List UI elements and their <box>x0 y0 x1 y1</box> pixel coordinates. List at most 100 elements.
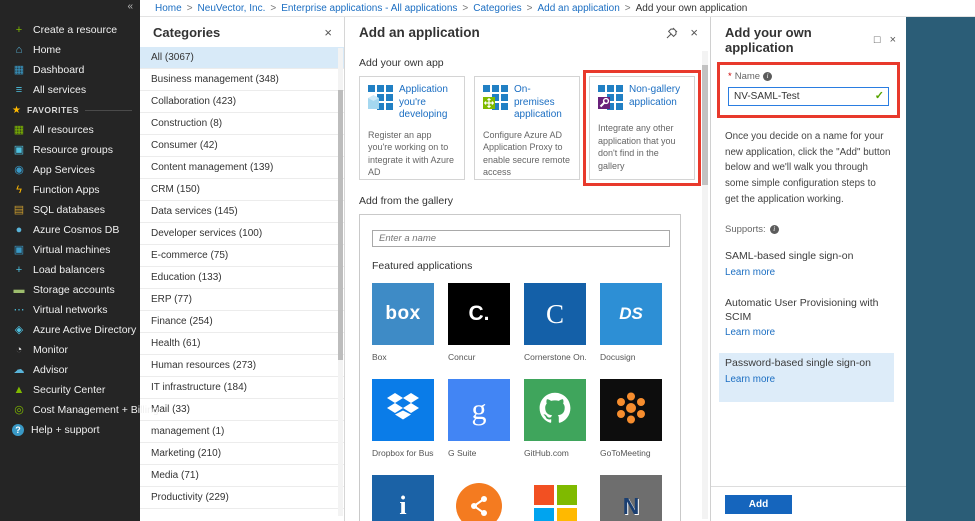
category-item-developer-services-100[interactable]: Developer services (100) <box>140 223 344 245</box>
sidebar-item-security-center[interactable]: ▲ Security Center <box>0 380 140 400</box>
gallery-app-item[interactable]: i <box>372 475 434 521</box>
close-icon[interactable]: × <box>324 26 332 39</box>
gallery-app-concur[interactable]: C. Concur <box>448 283 510 362</box>
gallery-app-g-suite[interactable]: g G Suite <box>448 379 510 458</box>
category-item-media-71[interactable]: Media (71) <box>140 465 344 487</box>
sidebar-item-cost-management-billing[interactable]: ◎ Cost Management + Billing <box>0 400 159 420</box>
app-logo-tile[interactable] <box>524 475 586 521</box>
sidebar-item-label: All services <box>33 84 87 96</box>
breadcrumb-link-categories[interactable]: Categories <box>473 3 521 14</box>
gallery-app-item[interactable] <box>524 475 586 521</box>
gallery-app-box[interactable]: box Box <box>372 283 434 362</box>
add-button[interactable]: Add <box>725 495 792 514</box>
sidebar-collapse-icon[interactable]: « <box>127 1 133 12</box>
category-item-human-resources-273[interactable]: Human resources (273) <box>140 355 344 377</box>
card-application-developing[interactable]: Application you're developing Register a… <box>359 76 465 180</box>
category-item-crm-150[interactable]: CRM (150) <box>140 179 344 201</box>
sidebar-item-resource-groups[interactable]: ▣ Resource groups <box>0 140 140 160</box>
gallery-app-item[interactable] <box>448 475 510 521</box>
details-description: Once you decide on a name for your new a… <box>725 131 891 205</box>
microsoft-square <box>556 507 577 521</box>
categories-list: All (3067) Business management (348) Colla… <box>140 47 344 509</box>
sidebar-item-function-apps[interactable]: ϟ Function Apps <box>0 180 140 200</box>
app-logo-tile[interactable] <box>448 475 510 521</box>
category-item-health-61[interactable]: Health (61) <box>140 333 344 355</box>
app-logo-tile[interactable]: i <box>372 475 434 521</box>
category-item-all-3067[interactable]: All (3067) <box>140 47 344 69</box>
gallery-app-github-com[interactable]: GitHub.com <box>524 379 586 458</box>
category-item-business-management-348[interactable]: Business management (348) <box>140 69 344 91</box>
maximize-icon[interactable]: □ <box>874 34 881 46</box>
pin-icon[interactable] <box>666 27 678 39</box>
breadcrumb-link-home[interactable]: Home <box>155 3 182 14</box>
breadcrumb-link-neuvector-inc[interactable]: NeuVector, Inc. <box>198 3 266 14</box>
sidebar-item-azure-active-directory[interactable]: ◈ Azure Active Directory <box>0 320 140 340</box>
gallery-app-item[interactable]: N <box>600 475 662 521</box>
sidebar-item-virtual-machines[interactable]: ▣ Virtual machines <box>0 240 140 260</box>
category-item-education-133[interactable]: Education (133) <box>140 267 344 289</box>
gallery-app-cornerstone-on[interactable]: C Cornerstone On... <box>524 283 586 362</box>
close-icon[interactable]: × <box>690 26 698 39</box>
category-item-collaboration-423[interactable]: Collaboration (423) <box>140 91 344 113</box>
close-icon[interactable]: × <box>890 34 896 46</box>
sidebar-item-all-services[interactable]: ≡ All services <box>0 80 140 100</box>
learn-more-link[interactable]: Learn more <box>725 374 775 385</box>
app-logo-tile[interactable]: DS <box>600 283 662 345</box>
sidebar-item-create-a-resource[interactable]: + Create a resource <box>0 20 140 40</box>
breadcrumb-link-enterprise-applications-all-applications[interactable]: Enterprise applications - All applicatio… <box>281 3 457 14</box>
card-non-gallery[interactable]: Non-gallery application Integrate any ot… <box>583 70 701 186</box>
dashboard-icon: ▦ <box>13 64 25 76</box>
category-item-it-infrastructure-184[interactable]: IT infrastructure (184) <box>140 377 344 399</box>
sidebar-item-home[interactable]: ⌂ Home <box>0 40 140 60</box>
app-logo-tile[interactable] <box>600 379 662 441</box>
category-item-productivity-229[interactable]: Productivity (229) <box>140 487 344 509</box>
gallery-app-gotomeeting[interactable]: GoToMeeting <box>600 379 662 458</box>
gallery-app-docusign[interactable]: DS Docusign <box>600 283 662 362</box>
app-logo-tile[interactable] <box>372 379 434 441</box>
sidebar-item-advisor[interactable]: ☁ Advisor <box>0 360 140 380</box>
sidebar-item-azure-cosmos-db[interactable]: ● Azure Cosmos DB <box>0 220 140 240</box>
details-panel: Add your own application □ × * Name i ✓ … <box>710 17 906 521</box>
app-logo-tile[interactable]: N <box>600 475 662 521</box>
gallery-scrollbar-thumb[interactable] <box>702 65 708 185</box>
sidebar-item-dashboard[interactable]: ▦ Dashboard <box>0 60 140 80</box>
sidebar-item-all-resources[interactable]: ▦ All resources <box>0 120 140 140</box>
sidebar-item-help-support[interactable]: ? Help + support <box>0 420 140 440</box>
sidebar-item-virtual-networks[interactable]: ⋯ Virtual networks <box>0 300 140 320</box>
sidebar-item-label: Advisor <box>33 364 69 376</box>
github-octocat-icon <box>536 389 574 432</box>
gallery-app-dropbox-for-busi[interactable]: Dropbox for Busi... <box>372 379 434 458</box>
category-item-mail-33[interactable]: Mail (33) <box>140 399 344 421</box>
category-item-consumer-42[interactable]: Consumer (42) <box>140 135 344 157</box>
category-item-marketing-210[interactable]: Marketing (210) <box>140 443 344 465</box>
category-item-management-1[interactable]: management (1) <box>140 421 344 443</box>
categories-scrollbar-thumb[interactable] <box>338 90 343 360</box>
category-item-finance-254[interactable]: Finance (254) <box>140 311 344 333</box>
sidebar-item-app-services[interactable]: ◉ App Services <box>0 160 140 180</box>
sidebar-item-load-balancers[interactable]: + Load balancers <box>0 260 140 280</box>
search-input[interactable] <box>372 230 670 247</box>
learn-more-link[interactable]: Learn more <box>725 327 775 338</box>
sidebar-item-sql-databases[interactable]: ▤ SQL databases <box>0 200 140 220</box>
app-logo-tile[interactable]: C. <box>448 283 510 345</box>
app-logo-tile[interactable]: box <box>372 283 434 345</box>
category-item-data-services-145[interactable]: Data services (145) <box>140 201 344 223</box>
name-input[interactable] <box>728 87 889 106</box>
category-item-construction-8[interactable]: Construction (8) <box>140 113 344 135</box>
card-title: Application you're developing <box>399 84 448 120</box>
category-item-e-commerce-75[interactable]: E-commerce (75) <box>140 245 344 267</box>
app-logo-tile[interactable]: g <box>448 379 510 441</box>
category-item-erp-77[interactable]: ERP (77) <box>140 289 344 311</box>
sidebar-item-label: Storage accounts <box>33 284 115 296</box>
sidebar-item-storage-accounts[interactable]: ▬ Storage accounts <box>0 280 140 300</box>
gallery-scrollbar <box>702 51 708 519</box>
sidebar-item-monitor[interactable]: ◔ Monitor <box>0 340 140 360</box>
featured-applications-grid: box Box C. Concur C Cornerstone On... DS Docusi… <box>372 283 668 521</box>
learn-more-link[interactable]: Learn more <box>725 267 775 278</box>
breadcrumb-separator: > <box>624 2 631 14</box>
app-logo-tile[interactable]: C <box>524 283 586 345</box>
breadcrumb-link-add-an-application[interactable]: Add an application <box>537 3 619 14</box>
category-item-content-management-139[interactable]: Content management (139) <box>140 157 344 179</box>
app-logo-tile[interactable] <box>524 379 586 441</box>
card-on-premises[interactable]: On-premises application Configure Azure … <box>474 76 580 180</box>
